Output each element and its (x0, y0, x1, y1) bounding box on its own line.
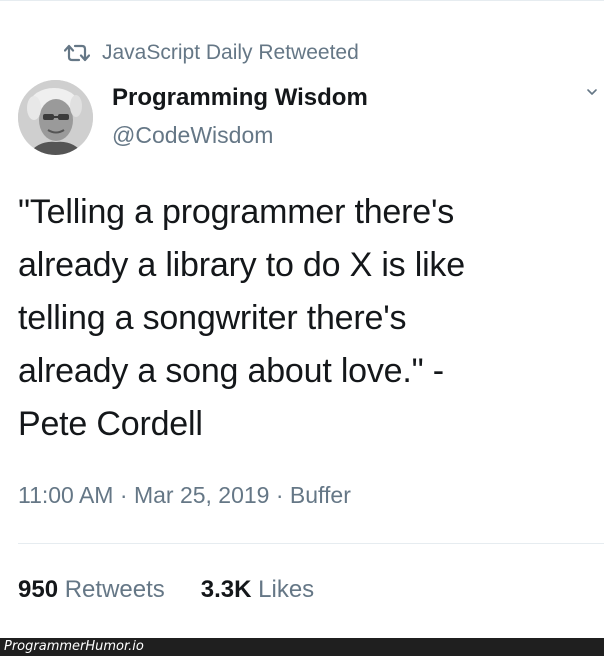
tweet-text-line: Pete Cordell (18, 405, 203, 443)
likes-count: 3.3K (200, 576, 252, 603)
tweet-text-line: already a song about love." - (18, 352, 444, 390)
retweeter-link[interactable]: JavaScript Daily Retweeted (102, 41, 359, 65)
retweet-context: JavaScript Daily Retweeted (64, 38, 359, 68)
tweet-text-line: "Telling a programmer there's (18, 193, 455, 231)
meta-separator: · (113, 482, 134, 508)
retweets-stat[interactable]: 950 Retweets (18, 576, 165, 604)
tweet-metadata: 11:00 AM · Mar 25, 2019 · Buffer (18, 482, 351, 509)
author-display-name[interactable]: Programming Wisdom (112, 84, 368, 112)
tweet-text-line: telling a songwriter there's (18, 299, 407, 337)
tweet-text: "Telling a programmer there's already a … (18, 186, 588, 451)
top-divider (0, 0, 604, 1)
meta-separator: · (269, 482, 290, 508)
tweet-time[interactable]: 11:00 AM (18, 482, 113, 508)
likes-label: Likes (258, 576, 315, 603)
watermark-bar: ProgrammerHumor.io (0, 638, 604, 656)
tweet-source[interactable]: Buffer (290, 482, 351, 508)
tweet-stats: 950 Retweets 3.3K Likes (18, 576, 350, 604)
retweets-count: 950 (18, 576, 59, 603)
stats-divider (18, 543, 604, 544)
tweet-author: Programming Wisdom @CodeWisdom (18, 80, 598, 156)
author-handle[interactable]: @CodeWisdom (112, 122, 273, 149)
chevron-down-icon[interactable] (586, 86, 598, 98)
watermark-text: ProgrammerHumor.io (4, 639, 144, 654)
likes-stat[interactable]: 3.3K Likes (201, 576, 314, 604)
tweet-date[interactable]: Mar 25, 2019 (134, 482, 270, 508)
retweets-label: Retweets (64, 576, 165, 603)
avatar-image (18, 80, 93, 155)
avatar[interactable] (18, 80, 93, 155)
retweet-icon (64, 44, 90, 62)
tweet-text-line: already a library to do X is like (18, 246, 465, 284)
